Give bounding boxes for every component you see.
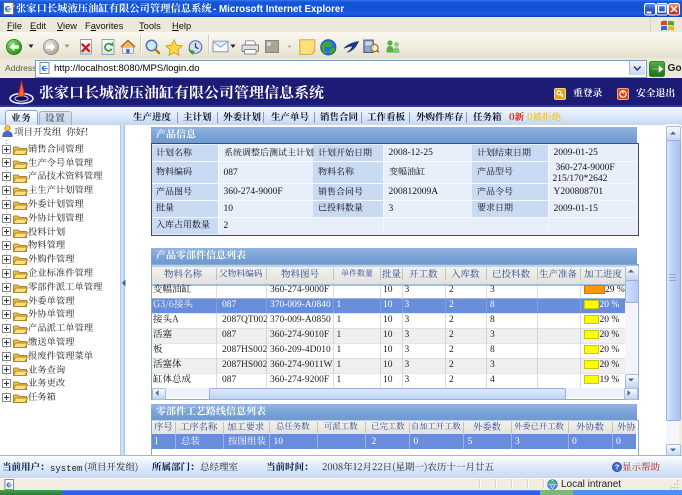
svg-text:?: ?	[614, 463, 619, 472]
